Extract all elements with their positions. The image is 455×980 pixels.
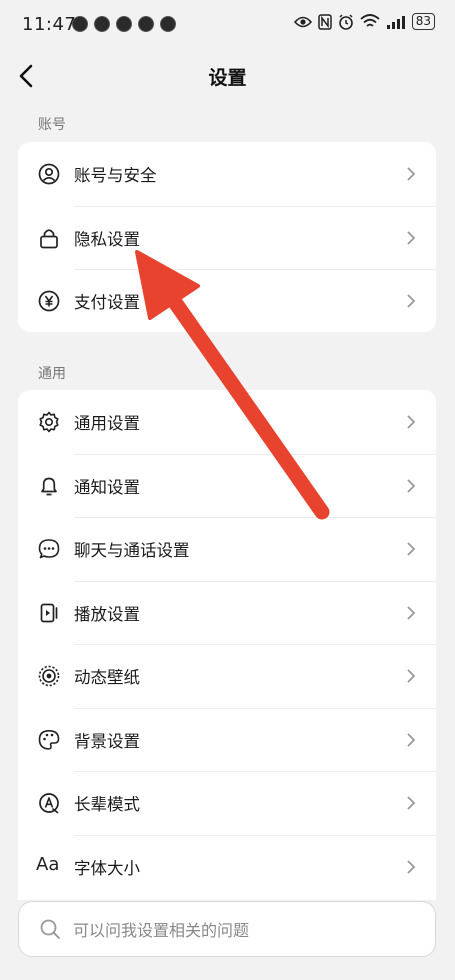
settings-item-general[interactable]: 通用设置 — [18, 390, 436, 454]
bell-icon — [41, 477, 57, 495]
settings-item-label: 隐私设置 — [74, 229, 140, 249]
settings-item-background[interactable]: 背景设置 — [18, 707, 436, 772]
search-icon — [40, 919, 60, 939]
chevron-right-icon — [407, 605, 416, 620]
lock-icon — [40, 228, 58, 248]
settings-item-label: 动态壁纸 — [74, 668, 140, 687]
chevron-right-icon — [407, 796, 416, 810]
chevron-right-icon — [407, 230, 416, 245]
status-right: 83 — [293, 13, 435, 30]
gear-icon — [39, 411, 59, 433]
settings-search-bar[interactable] — [18, 901, 436, 958]
play-icon — [40, 603, 58, 622]
battery-level: 83 — [411, 13, 435, 30]
settings-item-label: 聊天与通话设置 — [74, 541, 190, 560]
notification-app-icon — [94, 16, 110, 32]
nfc-icon — [317, 13, 332, 30]
settings-item-live-wallpaper[interactable]: 动态壁纸 — [18, 644, 436, 708]
yuan-icon — [38, 290, 60, 312]
settings-item-payment[interactable]: 支付设置 — [18, 269, 436, 332]
chat-icon — [38, 539, 60, 559]
settings-item-font-size[interactable]: Aa 字体大小 — [18, 834, 436, 899]
settings-item-label: 背景设置 — [74, 731, 140, 751]
notification-app-icon — [116, 16, 132, 32]
settings-item-label: 支付设置 — [74, 293, 140, 312]
chevron-right-icon — [407, 415, 416, 429]
settings-item-elder-mode[interactable]: 长辈模式 — [18, 771, 436, 835]
chevron-right-icon — [407, 859, 416, 874]
chevron-right-icon — [407, 542, 416, 556]
notification-app-icon — [72, 16, 88, 32]
page-title: 设置 — [208, 67, 247, 89]
top-app-bar: 设置 — [0, 52, 455, 100]
wifi-icon — [360, 14, 380, 27]
chevron-right-icon — [407, 732, 416, 747]
wallpaper-icon — [38, 665, 60, 687]
settings-item-label: 字体大小 — [74, 858, 140, 878]
signal-icon — [386, 15, 405, 29]
settings-item-privacy[interactable]: 隐私设置 — [18, 205, 436, 270]
settings-item-chat-call[interactable]: 聊天与通话设置 — [18, 517, 436, 581]
notification-app-icon — [138, 16, 154, 32]
settings-item-label: 通用设置 — [74, 414, 140, 433]
section-label-general: 通用 — [38, 366, 66, 382]
settings-item-account-security[interactable]: 账号与安全 — [18, 142, 436, 206]
settings-item-label: 通知设置 — [74, 477, 140, 497]
notification-icons — [72, 16, 176, 32]
settings-item-label: 账号与安全 — [74, 166, 157, 185]
settings-item-notification[interactable]: 通知设置 — [18, 453, 436, 518]
account-icon — [38, 163, 60, 185]
font-size-icon: Aa — [36, 853, 60, 875]
general-card: 通用设置 通知设置 聊天与通话设置 播放设置 动态壁纸 背景设置 长辈模式 Aa… — [18, 390, 436, 900]
chevron-right-icon — [407, 294, 416, 308]
notification-app-icon — [160, 16, 176, 32]
palette-icon — [38, 729, 60, 750]
eye-icon — [293, 16, 312, 27]
status-time: 11:47 — [22, 14, 77, 35]
chevron-right-icon — [407, 478, 416, 493]
elder-mode-icon — [39, 793, 59, 814]
status-bar: 11:47 83 — [0, 0, 455, 50]
settings-item-playback[interactable]: 播放设置 — [18, 580, 436, 645]
chevron-right-icon — [407, 669, 416, 683]
settings-item-label: 播放设置 — [74, 604, 140, 624]
chevron-right-icon — [407, 167, 416, 181]
account-card: 账号与安全 隐私设置 支付设置 — [18, 142, 436, 332]
alarm-icon — [338, 13, 353, 30]
settings-item-label: 长辈模式 — [74, 795, 140, 814]
section-label-account: 账号 — [38, 117, 66, 133]
search-input[interactable] — [71, 902, 425, 958]
